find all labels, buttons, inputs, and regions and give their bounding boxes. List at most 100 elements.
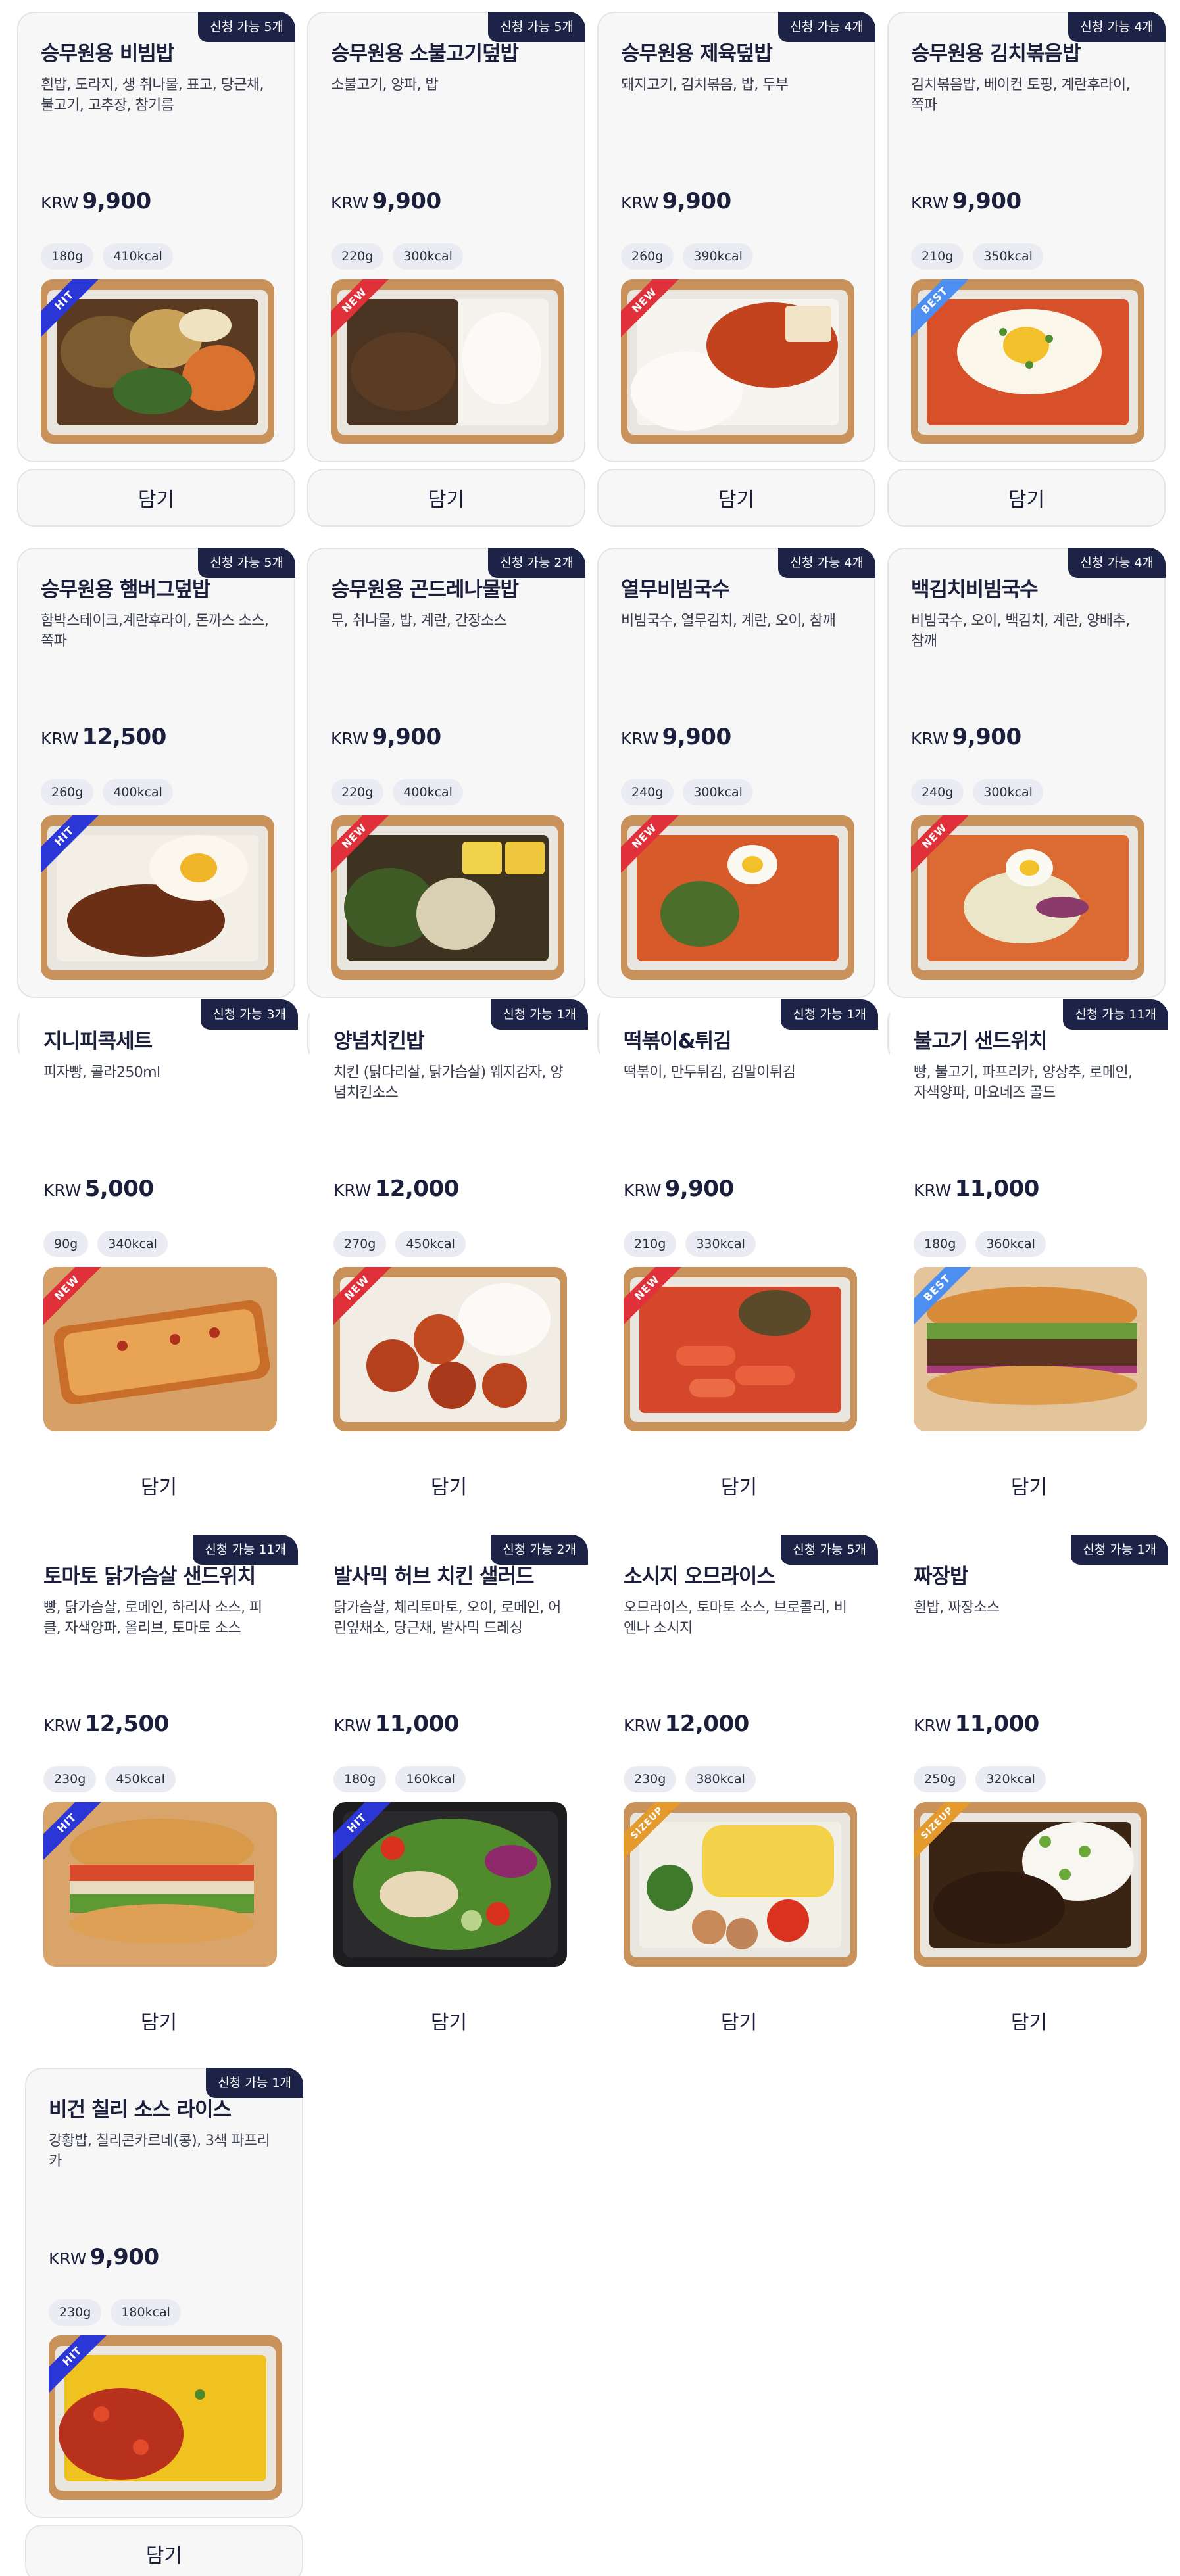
add-to-cart-button[interactable]: 담기	[600, 1456, 878, 1514]
weight-chip: 90g	[43, 1231, 89, 1257]
weight-chip: 240g	[911, 779, 964, 805]
stock-badge: 신청 가능 4개	[1068, 12, 1166, 42]
currency-label: KRW	[914, 1716, 952, 1735]
product-image: BEST	[911, 279, 1144, 444]
price-amount: 12,500	[82, 724, 167, 750]
product-card: 신청 가능 1개 떡볶이&튀김 떡볶이, 만두튀김, 김말이튀김 KRW 9,9…	[600, 999, 878, 1514]
add-to-cart-button[interactable]: 담기	[310, 1456, 588, 1514]
product-card-body[interactable]: 신청 가능 4개 승무원용 김치볶음밥 김치볶음밥, 베이컨 토핑, 계란후라이…	[887, 12, 1166, 462]
add-to-cart-button[interactable]: 담기	[890, 1992, 1168, 2049]
calorie-chip: 410kcal	[103, 243, 173, 270]
product-card-body[interactable]: 신청 가능 5개 소시지 오므라이스 오므라이스, 토마토 소스, 브로콜리, …	[600, 1535, 878, 1985]
product-image: HIT	[333, 1802, 567, 1967]
product-name: 불고기 샌드위치	[914, 1030, 1047, 1053]
ribbon-label: HIT	[333, 1802, 394, 1863]
product-image: HIT	[41, 815, 274, 980]
price-amount: 9,900	[952, 188, 1022, 214]
product-card-body[interactable]: 신청 가능 1개 비건 칠리 소스 라이스 강황밥, 칠리콘카르네(콩), 3색…	[25, 2068, 303, 2518]
product-card-body[interactable]: 신청 가능 3개 지니피콕세트 피자빵, 콜라250ml KRW 5,000 9…	[20, 999, 298, 1450]
add-to-cart-button[interactable]: 담기	[597, 469, 875, 527]
product-price: KRW 9,900	[624, 1176, 734, 1202]
weight-chip: 260g	[41, 779, 94, 805]
price-amount: 11,000	[374, 1711, 460, 1737]
product-name: 비건 칠리 소스 라이스	[49, 2098, 232, 2122]
product-price: KRW 11,000	[914, 1711, 1039, 1737]
currency-label: KRW	[49, 2249, 87, 2268]
nutrition-chips: 260g 400kcal	[41, 779, 173, 805]
stock-badge: 신청 가능 1개	[1071, 1535, 1168, 1565]
nutrition-chips: 180g 360kcal	[914, 1231, 1046, 1257]
nutrition-chips: 90g 340kcal	[43, 1231, 168, 1257]
product-description: 비빔국수, 열무김치, 계란, 오이, 참깨	[621, 613, 836, 629]
product-price: KRW 9,900	[331, 724, 441, 750]
weight-chip: 270g	[333, 1231, 387, 1257]
weight-chip: 250g	[914, 1766, 967, 1792]
stock-badge: 신청 가능 1개	[206, 2068, 303, 2098]
product-price: KRW 12,500	[41, 724, 166, 750]
product-card: 신청 가능 4개 열무비빔국수 비빔국수, 열무김치, 계란, 오이, 참깨 K…	[597, 548, 875, 1062]
product-name: 승무원용 김치볶음밥	[911, 42, 1081, 66]
product-description: 소불고기, 양파, 밥	[331, 77, 439, 93]
product-name: 떡볶이&튀김	[624, 1030, 732, 1053]
currency-label: KRW	[911, 193, 949, 212]
product-name: 열무비빔국수	[621, 578, 730, 602]
product-price: KRW 12,000	[624, 1711, 749, 1737]
product-image: NEW	[621, 279, 854, 444]
product-card-body[interactable]: 신청 가능 1개 양념치킨밥 치킨 (닭다리살, 닭가슴살) 웨지감자, 양념치…	[310, 999, 588, 1450]
product-name: 발사믹 허브 치킨 샐러드	[333, 1565, 535, 1588]
add-to-cart-button[interactable]: 담기	[17, 469, 295, 527]
stock-badge: 신청 가능 2개	[491, 1535, 588, 1565]
weight-chip: 220g	[331, 779, 384, 805]
product-card-body[interactable]: 신청 가능 1개 떡볶이&튀김 떡볶이, 만두튀김, 김말이튀김 KRW 9,9…	[600, 999, 878, 1450]
product-card-body[interactable]: 신청 가능 2개 승무원용 곤드레나물밥 무, 취나물, 밥, 계란, 간장소스…	[307, 548, 585, 998]
hit-ribbon: HIT	[49, 2335, 109, 2396]
add-to-cart-button[interactable]: 담기	[20, 1456, 298, 1514]
product-description: 빵, 불고기, 파프리카, 양상추, 로메인, 자색양파, 마요네즈 골드	[914, 1064, 1133, 1101]
product-card-body[interactable]: 신청 가능 2개 발사믹 허브 치킨 샐러드 닭가슴살, 체리토마토, 오이, …	[310, 1535, 588, 1985]
ribbon-label: NEW	[43, 1267, 104, 1327]
product-price: KRW 9,900	[621, 724, 731, 750]
product-description: 빵, 닭가슴살, 로메인, 하리사 소스, 피클, 자색양파, 올리브, 토마토…	[43, 1600, 262, 1636]
product-card-body[interactable]: 신청 가능 1개 짜장밥 흰밥, 짜장소스 KRW 11,000 250g 320…	[890, 1535, 1168, 1985]
add-to-cart-button[interactable]: 담기	[307, 469, 585, 527]
product-description: 오므라이스, 토마토 소스, 브로콜리, 비엔나 소시지	[624, 1600, 847, 1636]
add-to-cart-button[interactable]: 담기	[310, 1992, 588, 2049]
nutrition-chips: 210g 350kcal	[911, 243, 1043, 270]
add-to-cart-button[interactable]: 담기	[25, 2525, 303, 2576]
product-card-body[interactable]: 신청 가능 4개 백김치비빔국수 비빔국수, 오이, 백김치, 계란, 양배추,…	[887, 548, 1166, 998]
calorie-chip: 180kcal	[111, 2299, 181, 2326]
product-card-body[interactable]: 신청 가능 11개 토마토 닭가슴살 샌드위치 빵, 닭가슴살, 로메인, 하리…	[20, 1535, 298, 1985]
nutrition-chips: 240g 300kcal	[911, 779, 1043, 805]
product-card-body[interactable]: 신청 가능 5개 승무원용 비빔밥 흰밥, 도라지, 생 취나물, 표고, 당근…	[17, 12, 295, 462]
product-card: 신청 가능 2개 승무원용 곤드레나물밥 무, 취나물, 밥, 계란, 간장소스…	[307, 548, 585, 1062]
new-ribbon: NEW	[624, 1267, 684, 1327]
add-to-cart-button[interactable]: 담기	[600, 1992, 878, 2049]
product-card-body[interactable]: 신청 가능 5개 승무원용 햄버그덮밥 함박스테이크,계란후라이, 돈까스 소스…	[17, 548, 295, 998]
add-to-cart-button[interactable]: 담기	[887, 469, 1166, 527]
product-card-body[interactable]: 신청 가능 4개 열무비빔국수 비빔국수, 열무김치, 계란, 오이, 참깨 K…	[597, 548, 875, 998]
product-card: 신청 가능 5개 승무원용 비빔밥 흰밥, 도라지, 생 취나물, 표고, 당근…	[17, 12, 295, 527]
product-name: 소시지 오므라이스	[624, 1565, 775, 1588]
product-card-body[interactable]: 신청 가능 4개 승무원용 제육덮밥 돼지고기, 김치볶음, 밥, 두부 KRW…	[597, 12, 875, 462]
add-to-cart-button[interactable]: 담기	[890, 1456, 1168, 1514]
product-description: 닭가슴살, 체리토마토, 오이, 로메인, 어린잎채소, 당근채, 발사믹 드레…	[333, 1600, 561, 1636]
product-price: KRW 12,000	[333, 1176, 459, 1202]
product-card-body[interactable]: 신청 가능 11개 불고기 샌드위치 빵, 불고기, 파프리카, 양상추, 로메…	[890, 999, 1168, 1450]
product-card: 신청 가능 4개 승무원용 제육덮밥 돼지고기, 김치볶음, 밥, 두부 KRW…	[597, 12, 875, 527]
stock-badge: 신청 가능 5개	[198, 12, 295, 42]
new-ribbon: NEW	[333, 1267, 394, 1327]
weight-chip: 230g	[49, 2299, 102, 2326]
calorie-chip: 340kcal	[97, 1231, 168, 1257]
calorie-chip: 390kcal	[683, 243, 753, 270]
nutrition-chips: 260g 390kcal	[621, 243, 753, 270]
stock-badge: 신청 가능 1개	[491, 999, 588, 1030]
product-image: NEW	[331, 815, 564, 980]
product-card: 신청 가능 5개 소시지 오므라이스 오므라이스, 토마토 소스, 브로콜리, …	[600, 1535, 878, 2049]
sizeup-ribbon: SIZEUP	[624, 1802, 684, 1863]
add-to-cart-button[interactable]: 담기	[20, 1992, 298, 2049]
product-card-body[interactable]: 신청 가능 5개 승무원용 소불고기덮밥 소불고기, 양파, 밥 KRW 9,9…	[307, 12, 585, 462]
currency-label: KRW	[43, 1181, 82, 1200]
product-description: 김치볶음밥, 베이컨 토핑, 계란후라이, 쪽파	[911, 77, 1131, 114]
stock-badge: 신청 가능 3개	[201, 999, 298, 1030]
price-amount: 9,900	[372, 724, 442, 750]
